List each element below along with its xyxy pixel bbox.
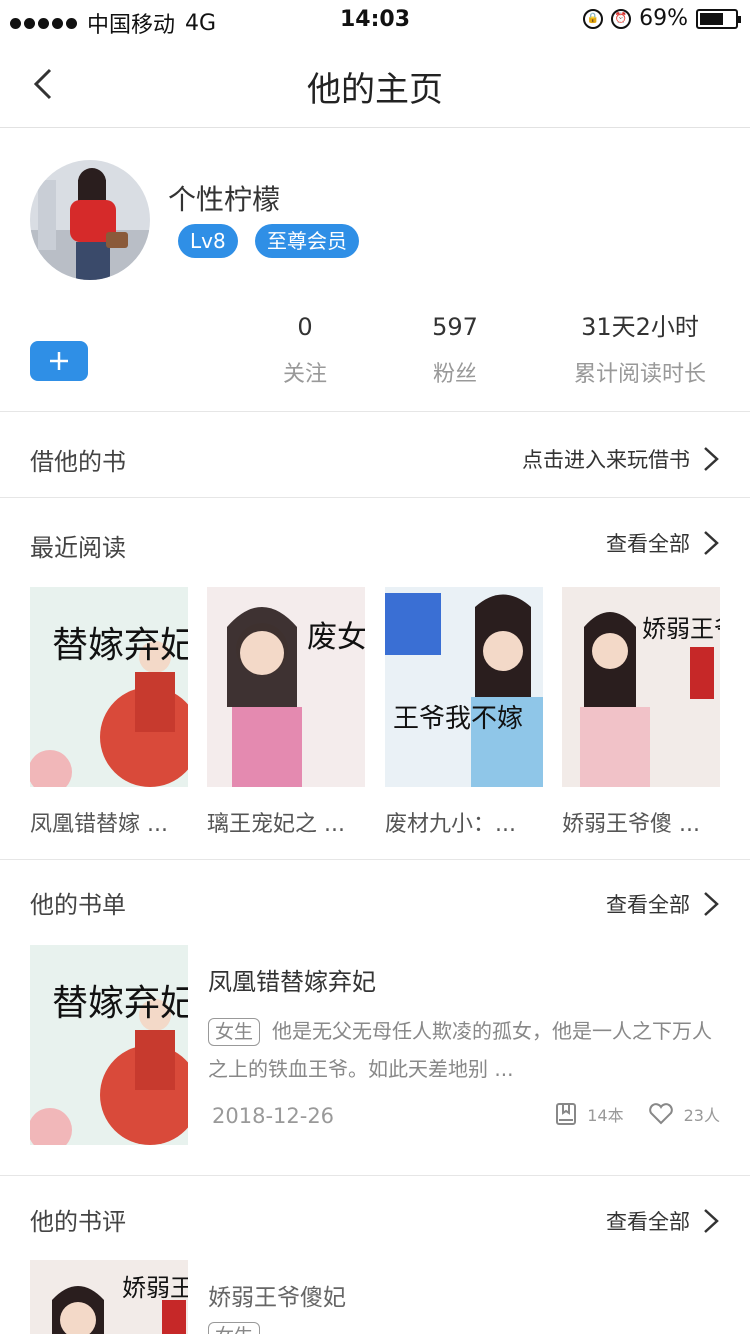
- stat-fans-label: 粉丝: [432, 362, 477, 387]
- book-cover-art: 废女成凰: [207, 587, 365, 787]
- status-right: 🔒 ⏰ 69%: [583, 6, 741, 31]
- booklist-cover[interactable]: 替嫁弃妃: [30, 945, 188, 1145]
- username: 个性柠檬: [168, 183, 281, 216]
- booklist-item-meta: 14本 23人: [555, 1102, 720, 1126]
- stat-fans-value: 597: [432, 313, 478, 341]
- book-cover[interactable]: 废女成凰: [207, 587, 365, 787]
- borrow-section-title: 借他的书: [30, 448, 126, 476]
- review-book-title[interactable]: 娇弱王爷傻妃: [208, 1278, 346, 1312]
- borrow-link-label: 点击进入来玩借书: [522, 448, 690, 472]
- page-title: 他的主页: [307, 70, 443, 110]
- book-cover-art: 替嫁弃妃: [30, 587, 188, 787]
- avatar[interactable]: [30, 160, 150, 280]
- plus-icon: [50, 352, 68, 370]
- book-name[interactable]: 娇弱王爷傻 ...: [562, 806, 720, 838]
- genre-tag: 女生: [208, 1018, 261, 1046]
- book-cover-title: 废女成凰: [307, 620, 365, 655]
- stat-following-value: 0: [297, 313, 313, 341]
- booklist-item-date: 2018-12-26: [212, 1104, 335, 1128]
- stat-following[interactable]: 0 关注: [255, 310, 355, 388]
- stat-reading-time-label: 累计阅读时长: [573, 362, 706, 387]
- battery-icon: [696, 8, 741, 29]
- stat-following-label: 关注: [282, 362, 327, 387]
- chevron-right-icon: [704, 447, 719, 471]
- divider: [0, 859, 750, 860]
- booklist-cover-art: 替嫁弃妃: [30, 945, 188, 1145]
- genre-tag: 女生: [208, 1322, 261, 1334]
- stat-reading-time-value: 31天2小时: [581, 313, 699, 341]
- level-badge: Lv8: [178, 224, 238, 258]
- status-bar: 中国移动 4G 14:03 🔒 ⏰ 69%: [0, 0, 750, 40]
- book-cover-title: 替嫁弃妃: [52, 625, 188, 666]
- recent-view-all-link[interactable]: 查看全部: [606, 528, 720, 558]
- rotation-lock-icon: 🔒: [583, 8, 604, 29]
- like-count: 23人: [683, 1106, 720, 1125]
- heart-icon[interactable]: [648, 1103, 674, 1125]
- book-name[interactable]: 璃王宠妃之 ...: [207, 806, 365, 838]
- review-cover-title: 娇弱王爷: [122, 1274, 188, 1302]
- book-cover-title: 王爷我不嫁: [393, 704, 523, 734]
- booklist-item-title[interactable]: 凤凰错替嫁弃妃: [208, 962, 376, 997]
- book-cover-art: 王爷我不嫁: [385, 587, 543, 787]
- chevron-right-icon: [704, 892, 719, 916]
- book-cover-art: 娇弱王爷: [562, 587, 720, 787]
- booklist-view-all-label: 查看全部: [606, 893, 690, 917]
- battery-fill: [700, 12, 724, 25]
- book-cover[interactable]: 娇弱王爷: [562, 587, 720, 787]
- recent-section-title: 最近阅读: [30, 534, 126, 562]
- reviews-view-all-label: 查看全部: [606, 1210, 690, 1234]
- divider: [0, 1175, 750, 1176]
- chevron-right-icon: [704, 531, 719, 555]
- book-name[interactable]: 凤凰错替嫁 ...: [30, 806, 188, 838]
- divider: [0, 411, 750, 412]
- booklist-desc-text: 他是无父无母任人欺凌的孤女，他是一人之下万人之上的铁血王爷。如此天差地别 ...: [208, 1019, 713, 1081]
- borrow-link[interactable]: 点击进入来玩借书: [522, 444, 720, 474]
- vip-badge: 至尊会员: [255, 224, 359, 258]
- reviews-section-title: 他的书评: [30, 1208, 126, 1236]
- nav-bar: 他的主页: [0, 40, 750, 128]
- stat-reading-time: 31天2小时 累计阅读时长: [560, 310, 720, 388]
- booklist-view-all-link[interactable]: 查看全部: [606, 889, 720, 919]
- review-cover[interactable]: 娇弱王爷: [30, 1260, 188, 1334]
- book-name[interactable]: 废材九小：...: [385, 806, 543, 838]
- book-cover[interactable]: 替嫁弃妃: [30, 587, 188, 787]
- reviews-view-all-link[interactable]: 查看全部: [606, 1206, 720, 1236]
- chevron-right-icon: [704, 1209, 719, 1233]
- recent-view-all-label: 查看全部: [606, 532, 690, 556]
- book-cover[interactable]: 王爷我不嫁: [385, 587, 543, 787]
- alarm-icon: ⏰: [611, 8, 632, 29]
- booklist-item-description: 女生 他是无父无母任人欺凌的孤女，他是一人之下万人之上的铁血王爷。如此天差地别 .…: [208, 1012, 723, 1088]
- battery-percent: 69%: [639, 6, 688, 31]
- follow-add-button[interactable]: [30, 341, 88, 381]
- divider: [0, 497, 750, 498]
- stat-fans[interactable]: 597 粉丝: [400, 310, 510, 388]
- review-tag-wrap: 女生: [208, 1322, 272, 1334]
- book-cover-title: 娇弱王爷: [642, 615, 720, 643]
- review-cover-art: 娇弱王爷: [30, 1260, 188, 1334]
- book-icon: [556, 1103, 577, 1125]
- booklist-cover-title: 替嫁弃妃: [52, 983, 188, 1024]
- booklist-section-title: 他的书单: [30, 891, 126, 919]
- book-count: 14本: [587, 1106, 624, 1125]
- avatar-image: [30, 160, 150, 280]
